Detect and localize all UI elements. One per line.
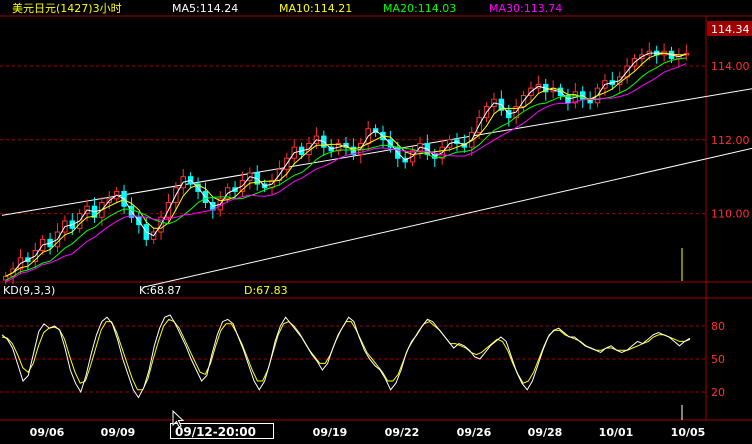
chart-title: 美元日元(1427)3小时: [12, 2, 122, 15]
kd-tick-label: 20: [711, 386, 725, 399]
last-price-text: 114.34: [711, 23, 750, 36]
x-tick-label: 09/28: [528, 426, 563, 439]
kd-name: KD(9,3,3): [3, 284, 55, 297]
x-tick-label: 10/01: [599, 426, 634, 439]
ma5-label: MA5:114.24: [172, 2, 238, 15]
ma20-label: MA20:114.03: [383, 2, 456, 15]
kd-k-value: K:68.87: [139, 284, 181, 297]
x-tick-label: 09/09: [101, 426, 136, 439]
ma10-label: MA10:114.21: [279, 2, 352, 15]
cursor-time-label: 09/12-20:00: [170, 423, 274, 439]
chart-canvas: 美元日元(1427)3小时 MA5:114.24 MA10:114.21 MA2…: [0, 2, 752, 439]
ma30-label: MA30:113.74: [489, 2, 562, 15]
x-tick-label: 10/05: [671, 426, 706, 439]
x-tick-label: 09/06: [30, 426, 65, 439]
kd-tick-label: 50: [711, 353, 725, 366]
x-tick-label: 09/19: [313, 426, 348, 439]
price-tick-label: 114.00: [711, 60, 750, 73]
mouse-pointer-icon: [172, 410, 184, 428]
x-tick-label: 09/22: [385, 426, 420, 439]
kd-d-line: [1, 318, 691, 391]
kd-tick-label: 80: [711, 320, 725, 333]
x-tick-label: 09/26: [457, 426, 492, 439]
price-tick-label: 110.00: [711, 208, 750, 221]
kd-d-value: D:67.83: [244, 284, 288, 297]
price-tick-label: 112.00: [711, 134, 750, 147]
kd-k-line: [1, 314, 691, 399]
